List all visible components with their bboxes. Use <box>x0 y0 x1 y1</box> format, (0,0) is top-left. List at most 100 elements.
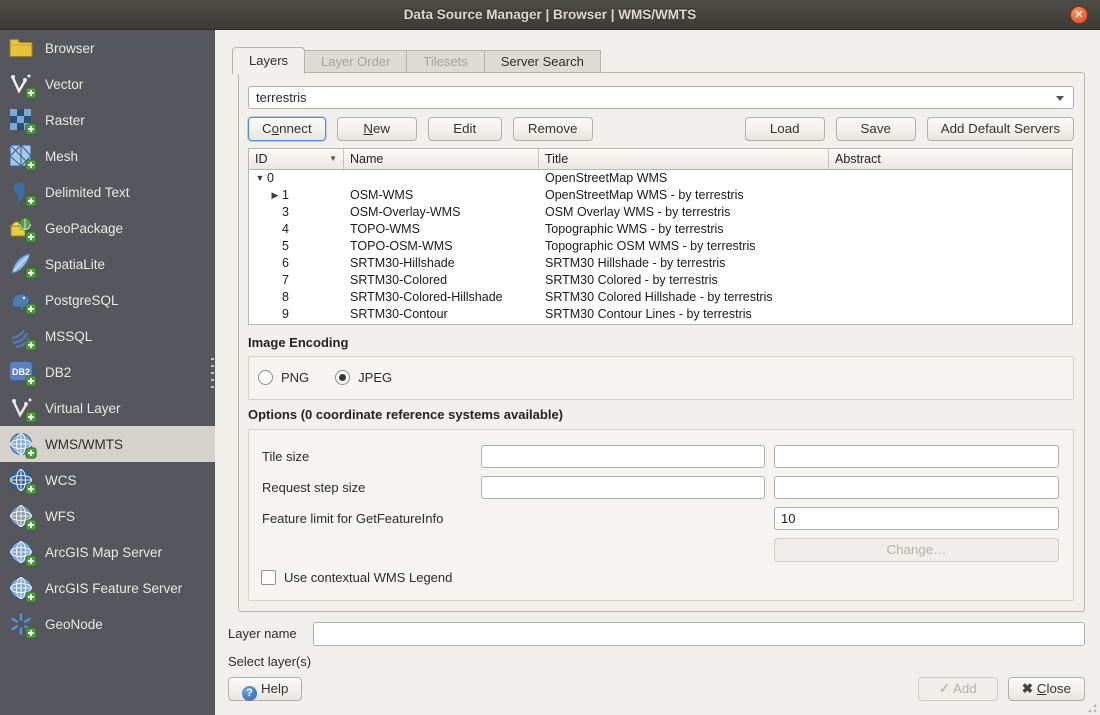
tab-layers[interactable]: Layers <box>232 47 305 74</box>
plus-badge-icon <box>25 447 37 459</box>
remove-button[interactable]: Remove <box>513 117 593 141</box>
data-source-manager-window: Data Source Manager | Browser | WMS/WMTS… <box>0 0 1100 715</box>
feature-limit-label: Feature limit for GetFeatureInfo <box>262 507 443 530</box>
request-step-size-label: Request step size <box>262 476 365 499</box>
jpeg-radio-label[interactable]: JPEG <box>358 370 392 385</box>
plus-badge-icon <box>25 519 37 531</box>
sidebar-item-mssql[interactable]: MSSQL <box>0 318 215 354</box>
sidebar-item-delimited-text[interactable]: Delimited Text <box>0 174 215 210</box>
sidebar-item-vector[interactable]: Vector <box>0 66 215 102</box>
help-button[interactable]: ?Help <box>228 677 302 701</box>
wms-tabbar: Layers Layer Order Tilesets Server Searc… <box>232 46 601 73</box>
close-button[interactable]: ✖Close <box>1008 677 1085 701</box>
plus-badge-icon <box>25 303 37 315</box>
sidebar-item-arcgis-map-server[interactable]: ArcGIS Map Server <box>0 534 215 570</box>
dialog-buttons: ?Help ✓Add ✖Close <box>228 677 1085 701</box>
contextual-legend-checkbox[interactable] <box>261 570 276 585</box>
column-header-name[interactable]: Name <box>344 149 539 170</box>
column-header-id[interactable]: ID▼ <box>249 149 344 170</box>
wms-page: Layers Layer Order Tilesets Server Searc… <box>215 30 1100 715</box>
sidebar-item-wcs[interactable]: WCS <box>0 462 215 498</box>
sidebar-item-geopackage[interactable]: GeoPackage <box>0 210 215 246</box>
sort-indicator-icon: ▼ <box>329 149 337 169</box>
layers-table: ID▼ Name Title Abstract ▼0 OpenStreetMap… <box>248 148 1073 325</box>
load-button[interactable]: Load <box>745 117 825 141</box>
sidebar-item-postgresql[interactable]: PostgreSQL <box>0 282 215 318</box>
request-step-height-input[interactable] <box>774 476 1059 499</box>
plus-badge-icon <box>25 195 37 207</box>
expander-icon <box>268 255 282 272</box>
sidebar-item-geonode[interactable]: GeoNode <box>0 606 215 642</box>
column-header-title[interactable]: Title <box>539 149 829 170</box>
change-crs-button: Change… <box>774 538 1059 562</box>
sidebar-item-arcgis-feature-server[interactable]: ArcGIS Feature Server <box>0 570 215 606</box>
tile-size-height-input[interactable] <box>774 445 1059 468</box>
jpeg-radio[interactable] <box>335 370 350 385</box>
add-default-servers-button[interactable]: Add Default Servers <box>927 117 1074 141</box>
help-icon: ? <box>242 686 257 701</box>
sidebar-item-raster[interactable]: Raster <box>0 102 215 138</box>
table-row[interactable]: 4 TOPO-WMS Topographic WMS - by terrestr… <box>249 221 1072 238</box>
tab-tilesets: Tilesets <box>407 50 484 73</box>
sidebar-item-browser[interactable]: Browser <box>0 30 215 66</box>
layers-tab-panel: terrestris Connect New Edit Remove Load … <box>238 72 1085 612</box>
folder-icon <box>9 36 33 60</box>
select-layers-hint: Select layer(s) <box>228 654 311 669</box>
layer-name-input[interactable] <box>313 622 1085 646</box>
plus-badge-icon <box>25 411 37 423</box>
server-select-value: terrestris <box>256 90 307 105</box>
table-row[interactable]: 9 SRTM30-Contour SRTM30 Contour Lines - … <box>249 306 1072 323</box>
new-button[interactable]: New <box>337 117 417 141</box>
feature-limit-input[interactable] <box>774 507 1059 530</box>
image-encoding-title: Image Encoding <box>248 335 348 350</box>
request-step-width-input[interactable] <box>481 476 765 499</box>
sidebar-item-wms-wmts[interactable]: WMS/WMTS <box>0 426 215 462</box>
plus-badge-icon <box>25 231 37 243</box>
tab-layer-order: Layer Order <box>305 50 407 73</box>
plus-badge-icon <box>25 267 37 279</box>
table-row[interactable]: 7 SRTM30-Colored SRTM30 Colored - by ter… <box>249 272 1072 289</box>
close-icon: ✕ <box>1074 9 1083 21</box>
layers-table-header: ID▼ Name Title Abstract <box>249 149 1072 170</box>
sidebar-item-wfs[interactable]: WFS <box>0 498 215 534</box>
options-group: Tile size Request step size Feature limi… <box>248 429 1074 601</box>
expander-icon[interactable]: ▼ <box>253 170 267 187</box>
expander-icon <box>268 221 282 238</box>
table-row[interactable]: ▶1 OSM-WMS OpenStreetMap WMS - by terres… <box>249 187 1072 204</box>
expander-icon <box>268 238 282 255</box>
expander-icon <box>268 289 282 306</box>
resize-grip[interactable] <box>1085 701 1097 713</box>
save-button[interactable]: Save <box>836 117 916 141</box>
expander-icon <box>268 306 282 323</box>
table-row[interactable]: 3 OSM-Overlay-WMS OSM Overlay WMS - by t… <box>249 204 1072 221</box>
plus-badge-icon <box>25 87 37 99</box>
tile-size-width-input[interactable] <box>481 445 765 468</box>
contextual-legend-label[interactable]: Use contextual WMS Legend <box>284 570 452 585</box>
sidebar-item-spatialite[interactable]: SpatiaLite <box>0 246 215 282</box>
window-title: Data Source Manager | Browser | WMS/WMTS <box>0 0 1100 30</box>
png-radio[interactable] <box>258 370 273 385</box>
server-select-combo[interactable]: terrestris <box>248 86 1074 109</box>
png-radio-label[interactable]: PNG <box>281 370 309 385</box>
tab-server-search[interactable]: Server Search <box>485 50 601 73</box>
sidebar-item-virtual-layer[interactable]: Virtual Layer <box>0 390 215 426</box>
titlebar[interactable]: Data Source Manager | Browser | WMS/WMTS… <box>0 0 1100 30</box>
plus-badge-icon <box>25 123 37 135</box>
table-row[interactable]: 8 SRTM30-Colored-Hillshade SRTM30 Colore… <box>249 289 1072 306</box>
sidebar-item-db2[interactable]: DB2 DB2 <box>0 354 215 390</box>
chevron-down-icon <box>1056 96 1064 101</box>
column-header-abstract[interactable]: Abstract <box>829 149 1072 170</box>
window-close-button[interactable]: ✕ <box>1070 6 1088 24</box>
sidebar-item-mesh[interactable]: Mesh <box>0 138 215 174</box>
table-row[interactable]: 6 SRTM30-Hillshade SRTM30 Hillshade - by… <box>249 255 1072 272</box>
connect-button[interactable]: Connect <box>248 117 326 141</box>
expander-icon[interactable]: ▶ <box>268 187 282 204</box>
plus-badge-icon <box>25 339 37 351</box>
plus-badge-icon <box>25 555 37 567</box>
edit-button[interactable]: Edit <box>428 117 502 141</box>
options-title: Options (0 coordinate reference systems … <box>248 407 563 422</box>
table-row[interactable]: ▼0 OpenStreetMap WMS <box>249 170 1072 187</box>
sidebar-splitter-handle[interactable] <box>211 358 214 392</box>
table-row[interactable]: 5 TOPO-OSM-WMS Topographic OSM WMS - by … <box>249 238 1072 255</box>
plus-badge-icon <box>25 483 37 495</box>
